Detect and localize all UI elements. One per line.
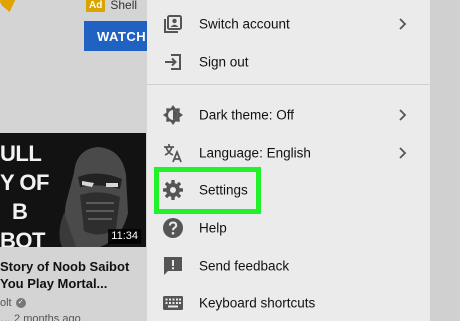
ad-badge: Ad xyxy=(86,0,106,12)
menu-item-label: Settings xyxy=(199,182,248,198)
menu-divider xyxy=(147,84,430,85)
switch-account-icon xyxy=(161,12,185,36)
thumbnail-line: Y OF xyxy=(0,170,49,195)
video-channel[interactable]: olt ✓ xyxy=(0,297,26,309)
video-duration: 11:34 xyxy=(108,229,141,244)
thumbnail-text: ULL Y OF B BOT xyxy=(0,139,49,247)
shell-logo xyxy=(0,0,20,12)
menu-item-keyboard-shortcuts[interactable]: Keyboard shortcuts xyxy=(147,286,430,320)
menu-item-dark-theme[interactable]: Dark theme: Off xyxy=(147,98,430,132)
menu-item-help[interactable]: Help xyxy=(147,211,430,245)
dark-theme-icon xyxy=(161,103,185,127)
verified-icon: ✓ xyxy=(15,298,26,308)
menu-item-label: Send feedback xyxy=(199,258,290,274)
chevron-right-icon xyxy=(395,108,409,122)
thumbnail-line: ULL xyxy=(0,141,42,166)
channel-name[interactable]: olt xyxy=(0,297,12,309)
thumbnail-line: B xyxy=(12,199,28,224)
menu-item-label: Dark theme: Off xyxy=(199,107,295,123)
chevron-right-icon xyxy=(395,17,409,31)
language-icon xyxy=(161,141,185,165)
menu-item-sign-out[interactable]: Sign out xyxy=(147,45,430,79)
sign-out-icon xyxy=(161,50,185,74)
video-meta: … 2 months ago xyxy=(0,313,81,321)
help-icon xyxy=(161,216,185,240)
page-edge xyxy=(430,0,460,321)
menu-item-settings[interactable]: Settings xyxy=(147,173,430,207)
watch-button[interactable]: WATCH xyxy=(84,21,147,51)
menu-item-label: Switch account xyxy=(199,16,290,32)
account-menu: Switch account Sign out Dark theme: Off xyxy=(147,0,430,321)
menu-item-switch-account[interactable]: Switch account xyxy=(147,7,430,41)
video-title[interactable]: Story of Noob Saibot You Play Mortal... xyxy=(0,258,146,292)
menu-item-language[interactable]: Language: English xyxy=(147,136,430,170)
gear-icon xyxy=(161,178,185,202)
chevron-right-icon xyxy=(395,146,409,160)
menu-item-label: Keyboard shortcuts xyxy=(199,295,316,311)
video-thumbnail[interactable]: ULL Y OF B BOT 11:34 xyxy=(0,133,146,247)
thumbnail-line: BOT xyxy=(0,228,45,247)
menu-item-label: Language: English xyxy=(199,145,311,161)
ad-channel-name[interactable]: Shell xyxy=(110,0,137,12)
menu-item-label: Help xyxy=(199,220,227,236)
menu-item-send-feedback[interactable]: Send feedback xyxy=(147,249,430,283)
feedback-icon xyxy=(161,254,185,278)
menu-item-label: Sign out xyxy=(199,54,249,70)
keyboard-icon xyxy=(161,291,185,315)
background-page: Ad Shell WATCH ULL Y OF B BOT 11:34 Stor… xyxy=(0,0,147,321)
ad-info: Ad Shell xyxy=(86,0,137,12)
